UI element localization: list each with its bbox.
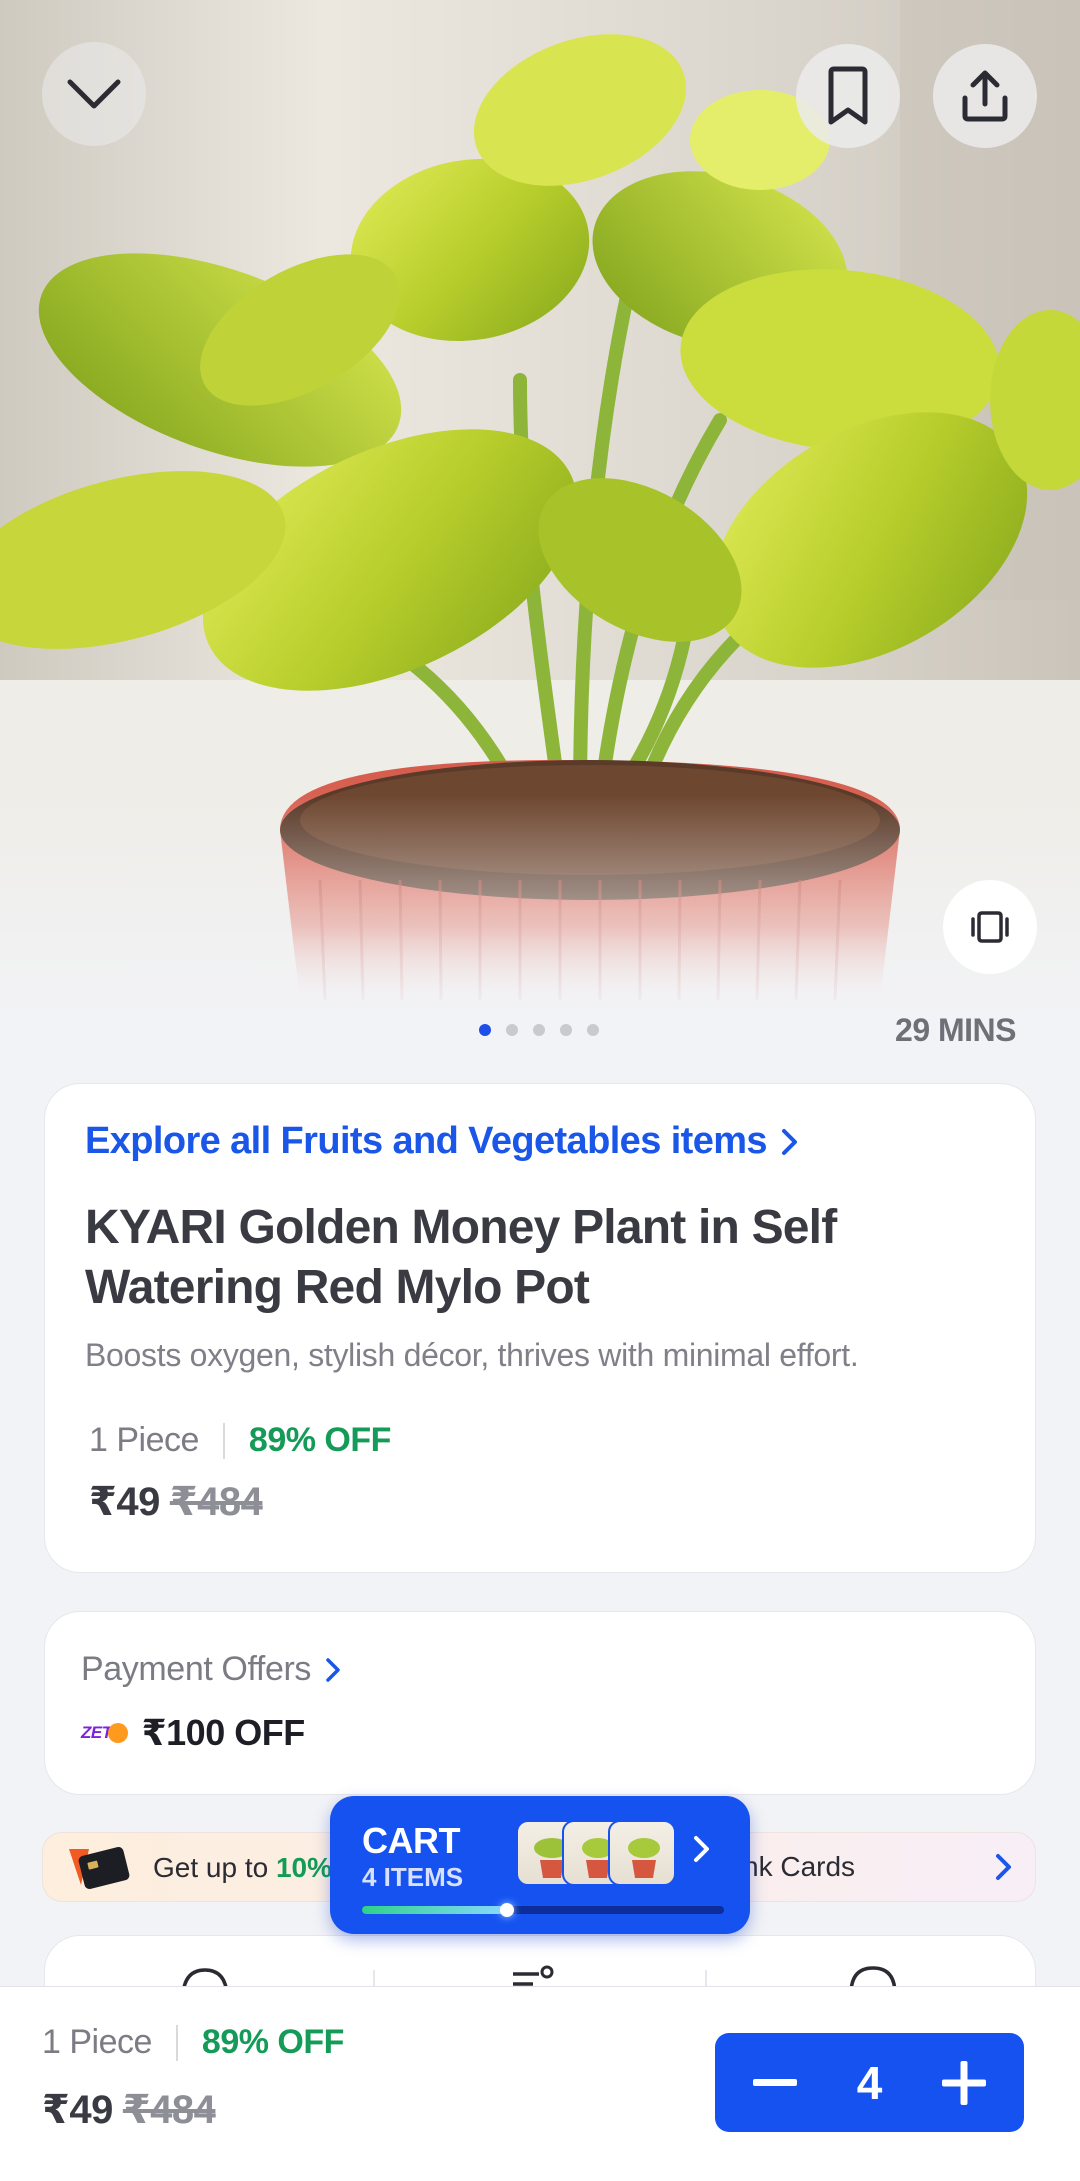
plant-thumbnail-icon (628, 1838, 660, 1878)
chevron-right-icon (996, 1854, 1011, 1880)
category-link-label: Explore all Fruits and Vegetables items (85, 1120, 768, 1162)
payment-offer: ZET ₹100 OFF (81, 1712, 305, 1754)
chevron-right-icon (694, 1836, 709, 1862)
carousel-dot[interactable] (506, 1024, 518, 1036)
category-link[interactable]: Explore all Fruits and Vegetables items (85, 1120, 799, 1163)
bank-offer-suffix: nk Cards (743, 1851, 856, 1882)
payment-offer-amount: ₹100 OFF (141, 1712, 306, 1753)
product-title: KYARI Golden Money Plant in Self Waterin… (85, 1201, 837, 1314)
divider (175, 2024, 178, 2061)
cart-progress-fill (362, 1906, 507, 1914)
increase-quantity-button[interactable] (934, 2053, 994, 2113)
plus-icon (942, 2060, 986, 2105)
cart-progress-bar (362, 1903, 724, 1917)
share-button[interactable] (933, 44, 1037, 148)
product-image (0, 0, 1080, 1020)
payment-offers-title: Payment Offers (81, 1650, 311, 1688)
selling-price: ₹49 (89, 1480, 160, 1524)
collapse-button[interactable] (42, 42, 146, 146)
price-row: ₹49 ₹484 (89, 1479, 263, 1525)
divider (222, 1422, 225, 1459)
payment-offers-card[interactable]: Payment Offers ZET ₹100 OFF (44, 1611, 1036, 1795)
bottom-price-row: ₹49 ₹484 (42, 2087, 216, 2133)
bottom-selling-price: ₹49 (42, 2088, 113, 2132)
quantity-value: 4 (856, 2056, 883, 2109)
decrease-quantity-button[interactable] (745, 2053, 805, 2113)
bottom-mrp-price: ₹484 (122, 2088, 216, 2132)
credit-card-icon (69, 1847, 130, 1889)
cart-progress-knob (500, 1903, 514, 1917)
discount-label: 89% OFF (248, 1421, 391, 1459)
bottom-discount: 89% OFF (201, 2023, 344, 2061)
cart-summary-button[interactable]: CART 4 ITEMS (330, 1796, 750, 1934)
cart-thumbnail (608, 1820, 676, 1886)
product-description: Boosts oxygen, stylish décor, thrives wi… (85, 1337, 859, 1373)
carousel-dot[interactable] (560, 1024, 572, 1036)
bookmark-icon (828, 66, 868, 125)
bank-offer-prefix: Get up to (153, 1852, 269, 1883)
bottom-add-to-cart-bar: 1 Piece 89% OFF ₹49 ₹484 4 (0, 1986, 1080, 2181)
quantity-stepper[interactable]: 4 (715, 2033, 1024, 2132)
bank-offer-text: Get up to 10% (153, 1852, 332, 1884)
zet-logo-dot (107, 1723, 128, 1743)
ar-view-button[interactable] (943, 880, 1037, 974)
ar-view-icon (971, 911, 1009, 943)
chevron-right-icon (326, 1657, 340, 1682)
cart-item-count: 4 ITEMS (362, 1862, 464, 1892)
delivery-eta: 29 MINS (895, 1012, 1016, 1048)
cart-thumbnails (516, 1820, 676, 1886)
product-image-carousel[interactable] (0, 0, 1080, 1020)
cart-title: CART (362, 1820, 460, 1861)
carousel-dot[interactable] (587, 1024, 599, 1036)
chevron-right-icon (781, 1128, 797, 1155)
share-icon (962, 70, 1008, 122)
bank-offer-left: Get up to 10% (67, 1845, 332, 1891)
carousel-dot[interactable] (479, 1024, 491, 1036)
payment-offers-header[interactable]: Payment Offers (81, 1650, 341, 1689)
bottom-quantity: 1 Piece (42, 2023, 152, 2061)
minus-icon (753, 2078, 797, 2086)
zet-logo: ZET (81, 1723, 128, 1743)
product-info-card: Explore all Fruits and Vegetables items … (44, 1083, 1036, 1573)
chevron-down-icon (67, 79, 121, 109)
carousel-indicator (479, 1024, 599, 1036)
bank-offer-highlight: 10% (275, 1852, 333, 1883)
mrp-price: ₹484 (169, 1480, 263, 1524)
bookmark-button[interactable] (796, 44, 900, 148)
bottom-product-meta: 1 Piece 89% OFF (42, 2023, 344, 2062)
carousel-dot[interactable] (533, 1024, 545, 1036)
product-meta: 1 Piece 89% OFF (89, 1421, 391, 1460)
product-quantity: 1 Piece (89, 1421, 199, 1459)
